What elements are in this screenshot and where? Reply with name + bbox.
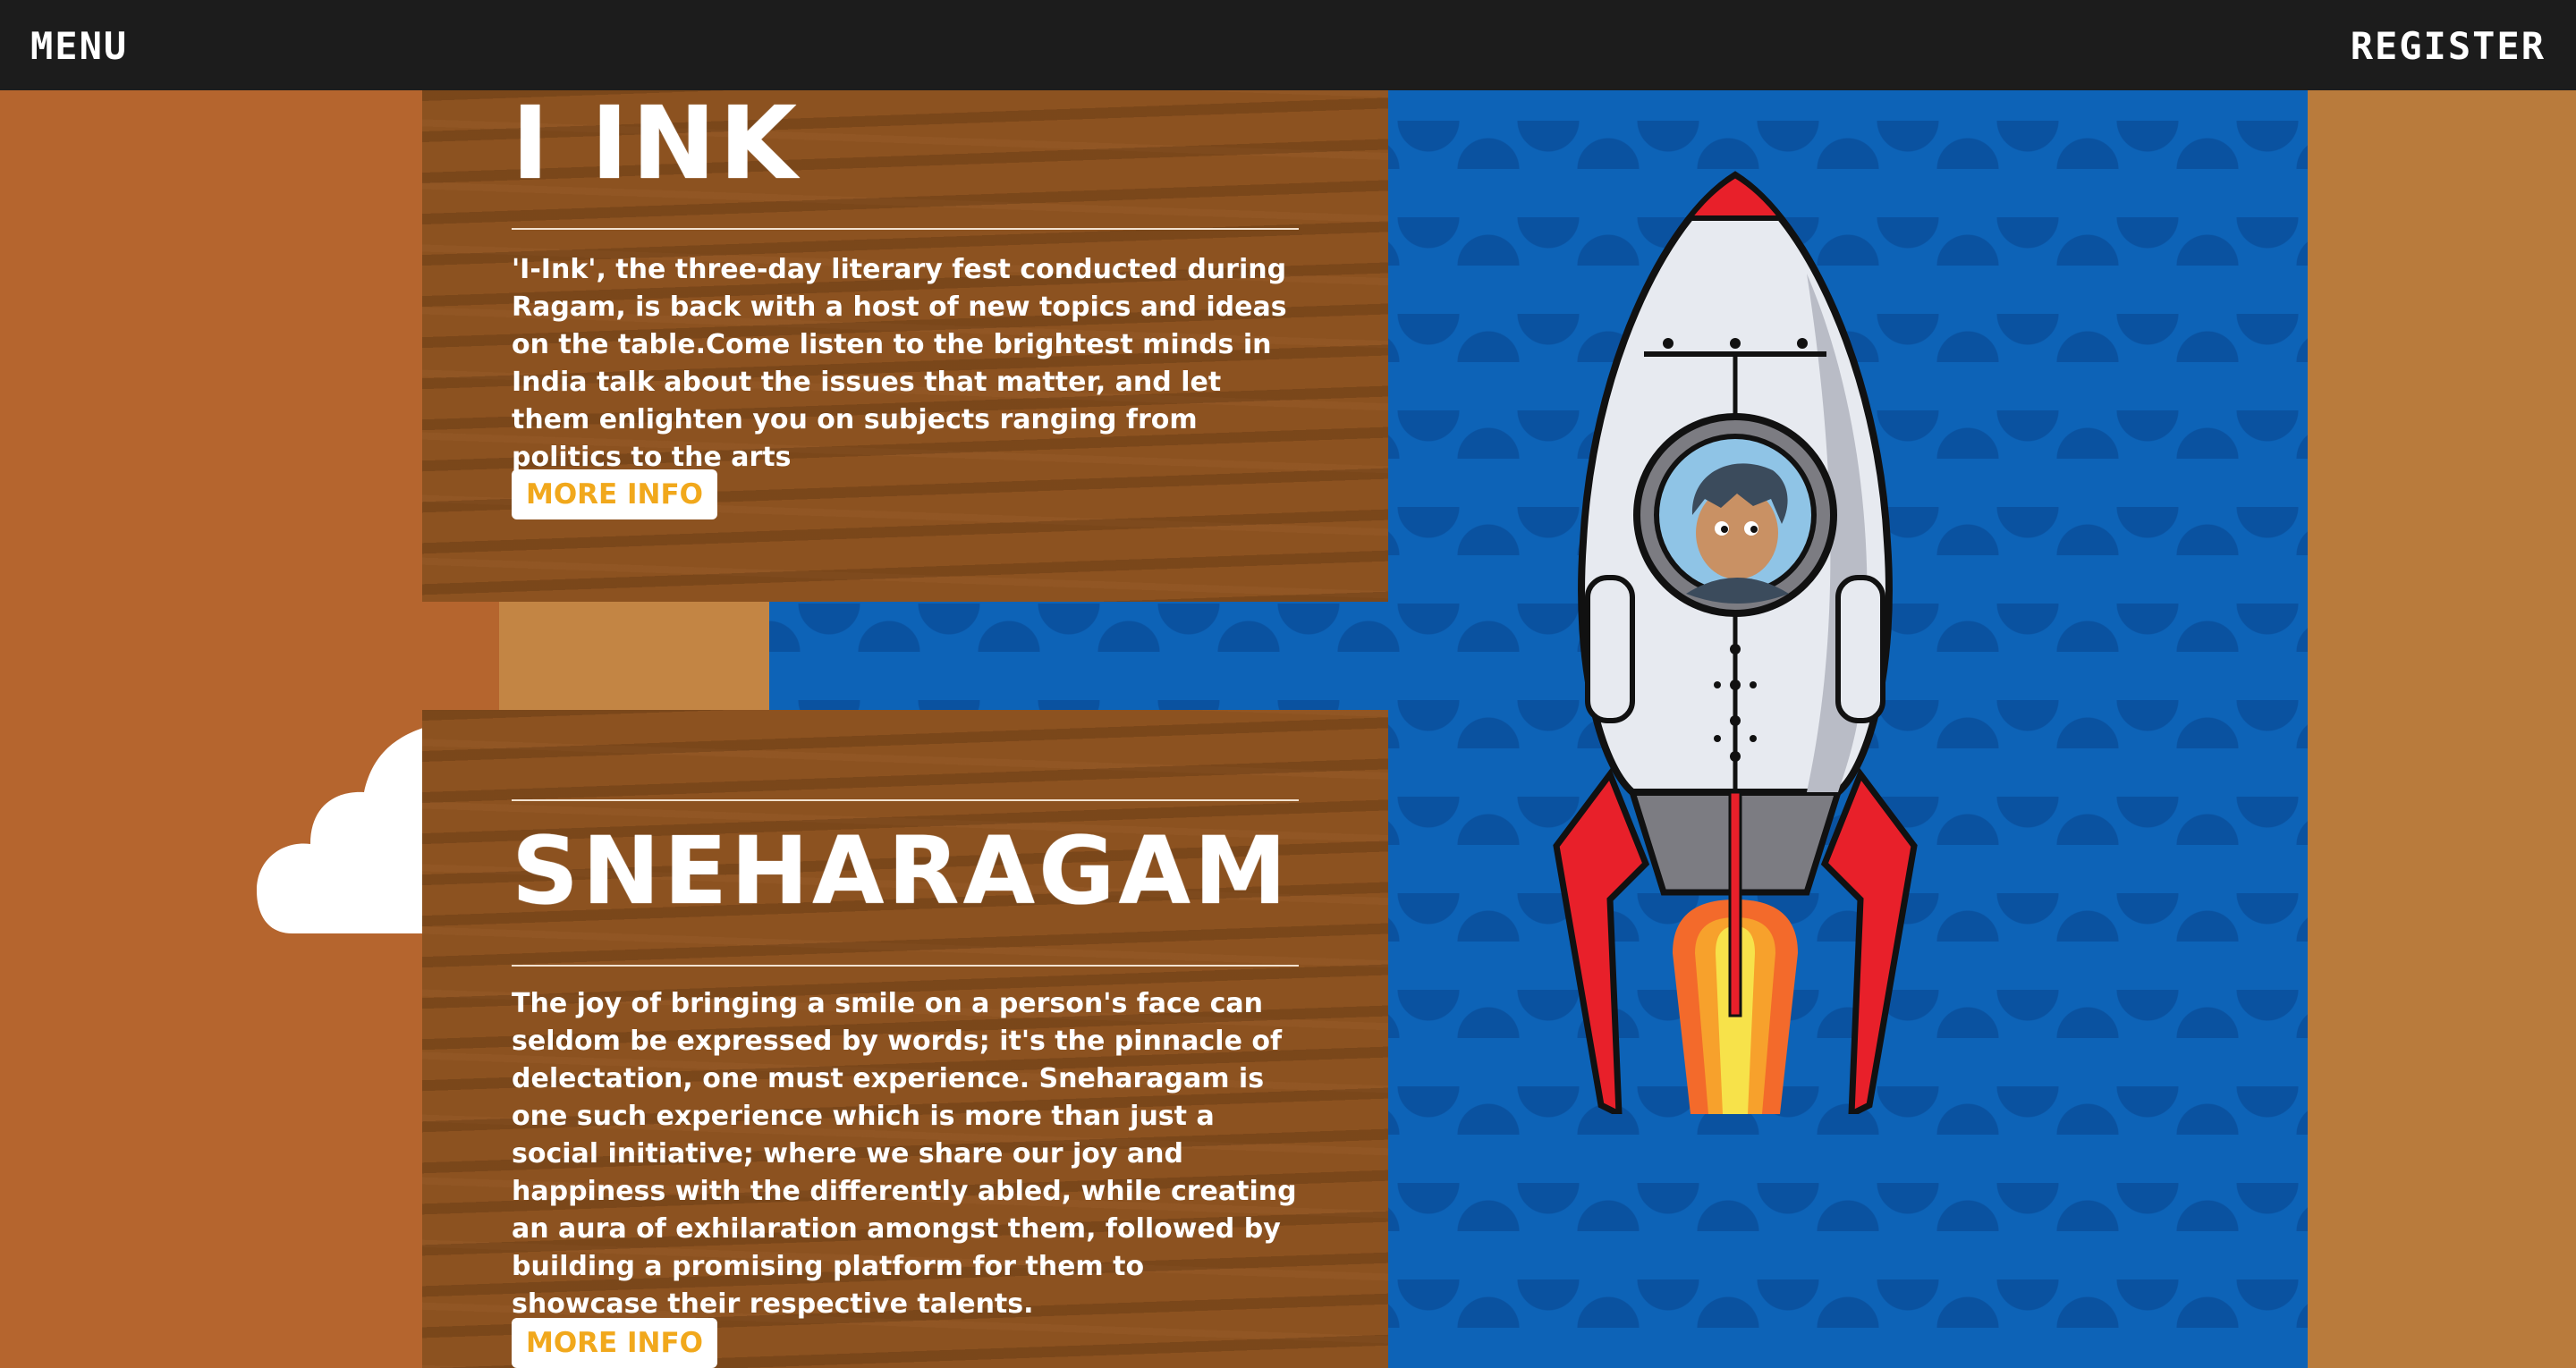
event-card-i-ink: I INK 'I-Ink', the three-day literary fe…	[422, 90, 1388, 602]
event-description: The joy of bringing a smile on a person'…	[512, 988, 1297, 1320]
event-description: 'I-Ink', the three-day literary fest con…	[512, 254, 1287, 473]
register-button[interactable]: REGISTER	[2351, 27, 2546, 66]
divider	[512, 228, 1299, 230]
more-info-button[interactable]: MORE INFO	[512, 469, 717, 519]
cloud-icon	[257, 724, 436, 933]
event-title: I INK	[512, 86, 801, 202]
menu-button[interactable]: MENU	[30, 27, 128, 66]
event-title: SNEHARAGAM	[512, 816, 1291, 925]
divider	[512, 799, 1299, 801]
divider	[512, 965, 1299, 967]
more-info-button[interactable]: MORE INFO	[512, 1318, 717, 1368]
rocket-illustration	[1553, 171, 1918, 1114]
brick-strip	[499, 601, 769, 710]
brick-column	[2308, 90, 2576, 1368]
event-card-sneharagam: SNEHARAGAM The joy of bringing a smile o…	[422, 710, 1388, 1368]
top-navigation-bar: MENU REGISTER	[0, 0, 2576, 90]
